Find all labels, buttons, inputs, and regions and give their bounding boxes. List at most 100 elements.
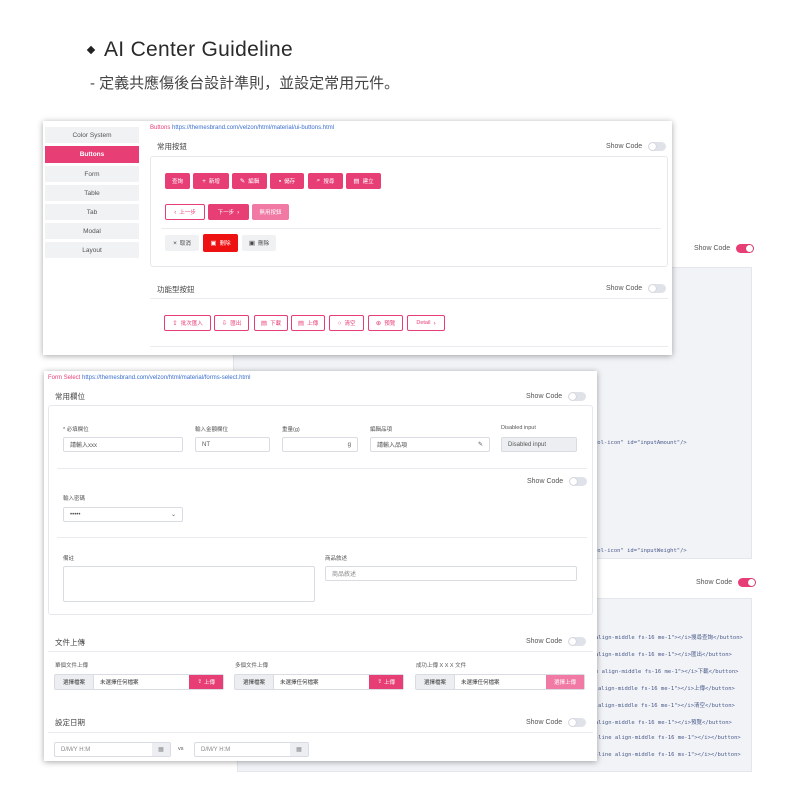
detail-button[interactable]: Detail › — [407, 315, 445, 331]
show-code-toggle-bg2[interactable]: Show Code — [696, 578, 757, 587]
file-upload-icon: ▤ — [297, 320, 305, 327]
toggle-switch[interactable] — [736, 244, 755, 253]
edit-item-input[interactable]: 請輸入品項 ✎ — [370, 437, 490, 452]
toggle-switch[interactable] — [648, 284, 667, 293]
calendar-icon[interactable]: ▦ — [290, 743, 308, 756]
upload-icon: ⇪ — [197, 679, 202, 685]
show-code-toggle[interactable]: Show Code — [527, 477, 588, 486]
batch-import-button[interactable]: ⇪ 批次匯入 — [164, 315, 211, 331]
file-name: 未選擇任何檔案 — [280, 680, 319, 686]
show-code-label: Show Code — [526, 638, 563, 645]
choose-file-button[interactable]: 選擇檔案 — [416, 675, 456, 689]
password-select[interactable]: ••••• ⌄ — [63, 507, 183, 522]
query-button[interactable]: 查詢 — [165, 173, 190, 189]
zoom-icon: ⊕ — [375, 320, 382, 327]
sidebar-item-layout[interactable]: Layout — [45, 242, 139, 258]
required-input[interactable]: 請輸入xxx — [63, 437, 183, 452]
create-button[interactable]: ▤ 建立 — [346, 173, 381, 189]
button-label: 搜尋 — [323, 179, 335, 185]
sidebar-item-buttons[interactable]: Buttons — [45, 146, 139, 163]
sidebar-item-modal[interactable]: Modal — [45, 223, 139, 239]
choose-file-button[interactable]: 選擇檔案 — [235, 675, 275, 689]
toggle-switch[interactable] — [738, 578, 757, 587]
upload-button[interactable]: ▤ 上傳 — [291, 315, 325, 331]
trash-icon: ▣ — [210, 240, 217, 247]
divider — [150, 346, 668, 347]
calendar-icon[interactable]: ▦ — [152, 743, 170, 756]
show-code-toggle[interactable]: Show Code — [606, 142, 667, 151]
section-title-date: 設定日期 — [55, 718, 85, 727]
sidebar-item-tab[interactable]: Tab — [45, 204, 139, 220]
show-code-toggle-bg1[interactable]: Show Code — [694, 244, 755, 253]
clear-button[interactable]: ○ 清空 — [329, 315, 364, 331]
edit-button[interactable]: ✎ 編輯 — [232, 173, 267, 189]
show-code-label: Show Code — [606, 285, 643, 292]
toggle-switch[interactable] — [648, 142, 667, 151]
document-icon: ▤ — [353, 178, 360, 185]
upload-button[interactable]: ⇪ 上傳 — [189, 675, 223, 689]
description-input[interactable]: 商品敘述 — [325, 566, 577, 581]
save-button[interactable]: ▪ 儲存 — [270, 173, 304, 189]
preview-button[interactable]: ⊕ 預覽 — [368, 315, 403, 331]
single-file-upload[interactable]: 選擇檔案 未選擇任何檔案 ⇪ 上傳 — [54, 674, 224, 690]
url-link[interactable]: https://themesbrand.com/velzon/html/mate… — [82, 375, 250, 381]
next-step-button[interactable]: 下一步 › — [208, 204, 249, 220]
chevron-right-icon: › — [433, 319, 436, 327]
url-link[interactable]: https://themesbrand.com/velzon/html/mate… — [172, 125, 334, 131]
field-label-amount: 輸入金額欄位 — [195, 427, 229, 433]
date-to-input[interactable]: D/M/Y H:M ▦ — [194, 742, 309, 757]
save-icon: ▪ — [278, 177, 282, 185]
add-button[interactable]: + 新增 — [193, 173, 229, 189]
divider — [57, 537, 587, 538]
delete-button[interactable]: ▣ 刪除 — [203, 234, 238, 252]
section-title-file-upload: 文件上傳 — [55, 638, 85, 647]
toggle-switch[interactable] — [568, 637, 587, 646]
button-label: 編輯 — [248, 179, 260, 185]
prev-step-button[interactable]: ‹ 上一步 — [165, 204, 205, 220]
button-label: 匯出 — [230, 321, 242, 327]
success-file-upload[interactable]: 選擇檔案 未選擇任何檔案 選擇上傳 — [415, 674, 585, 690]
card-title-common-buttons: 常用按鈕 — [157, 142, 187, 151]
delete-light-button[interactable]: ▣ 刪除 — [242, 235, 276, 251]
field-label-disabled: Disabled input — [501, 425, 536, 431]
note-textarea[interactable] — [63, 566, 315, 602]
weight-input[interactable]: g — [282, 437, 358, 452]
pencil-icon: ✎ — [477, 442, 483, 448]
choose-file-button[interactable]: 選擇檔案 — [55, 675, 95, 689]
upload-button[interactable]: ⇪ 上傳 — [369, 675, 403, 689]
show-code-label: Show Code — [694, 245, 731, 252]
show-code-label: Show Code — [696, 579, 733, 586]
pencil-icon: ✎ — [239, 178, 246, 185]
field-label-description: 商品敘述 — [325, 556, 348, 562]
button-label: 無用按鈕 — [259, 210, 282, 216]
show-code-toggle[interactable]: Show Code — [526, 637, 587, 646]
upload-label: 上傳 — [203, 680, 215, 686]
upload-button[interactable]: 選擇上傳 — [545, 675, 584, 689]
url-line: Buttons https://themesbrand.com/velzon/h… — [150, 125, 334, 131]
cancel-button[interactable]: × 取消 — [165, 235, 199, 251]
search-button[interactable]: ⌕ 搜尋 — [308, 173, 343, 189]
card-title-function-buttons: 功能型按鈕 — [157, 285, 195, 294]
button-label: 上傳 — [307, 321, 319, 327]
multiple-file-upload[interactable]: 選擇檔案 未選擇任何檔案 ⇪ 上傳 — [234, 674, 404, 690]
sidebar-item-color-system[interactable]: Color System — [45, 127, 139, 143]
sidebar-item-form[interactable]: Form — [45, 166, 139, 182]
button-label: 建立 — [362, 179, 374, 185]
show-code-toggle[interactable]: Show Code — [526, 718, 587, 727]
code-line: align-middle fs-16 me-1"></i>匯出</button> — [595, 652, 732, 658]
show-code-toggle[interactable]: Show Code — [606, 284, 667, 293]
toggle-switch[interactable] — [568, 718, 587, 727]
download-button[interactable]: ▤ 下載 — [254, 315, 288, 331]
common-buttons-card: 查詢 + 新增 ✎ 編輯 ▪ 儲存 ⌕ 搜尋 ▤ 建立 ‹ 上一步 下一步 › 無用按鈕 × 取… — [150, 156, 668, 267]
toggle-switch[interactable] — [568, 392, 587, 401]
export-button[interactable]: ⇩ 匯出 — [214, 315, 249, 331]
code-line: align-middle fs-16 me-1"></i>搜尋查詢</butto… — [595, 635, 743, 641]
code-line: align-middle fs-16 me-1"></i>預覽</button> — [595, 720, 732, 726]
sidebar-item-table[interactable]: Table — [45, 185, 139, 201]
date-from-input[interactable]: D/M/Y H:M ▦ — [54, 742, 171, 757]
toggle-switch[interactable] — [569, 477, 588, 486]
amount-input[interactable]: NT — [195, 437, 270, 452]
button-label: 預覽 — [384, 321, 396, 327]
show-code-toggle[interactable]: Show Code — [526, 392, 587, 401]
trash-icon: ▣ — [248, 240, 256, 247]
